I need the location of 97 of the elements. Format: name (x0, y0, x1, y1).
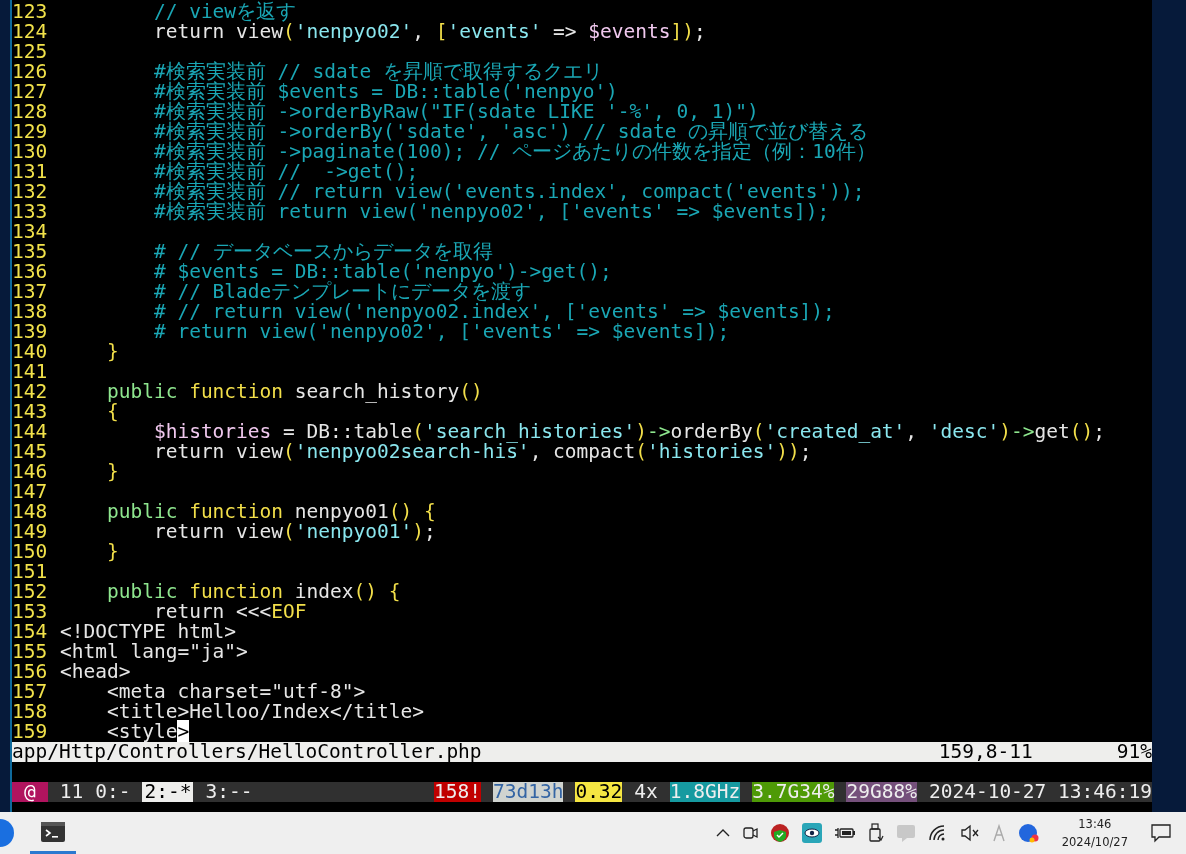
cursor-position: 159,8-11 (938, 742, 1033, 762)
status-segment: 73d13h (492, 782, 564, 802)
line-number: 138 (12, 302, 49, 322)
status-segment: 29G88% (846, 782, 917, 802)
clock-time: 13:46 (1078, 816, 1112, 833)
code-line: <style> (105, 722, 190, 742)
line-number: 123 (12, 2, 49, 22)
status-segment: 0.32 (575, 782, 623, 802)
code-line: #検索実装前 // return view('events.index', compact('events')); (152, 182, 865, 202)
code-line: return view('nenpyo02', ['events' => $events]); (152, 22, 706, 42)
round-app-icon[interactable] (1017, 823, 1040, 843)
line-number: 131 (12, 162, 49, 182)
line-number: 148 (12, 502, 49, 522)
code-line: <!DOCTYPE html> (60, 622, 237, 642)
battery-icon[interactable] (833, 825, 856, 841)
line-number: 140 (12, 342, 49, 362)
line-number: 146 (12, 462, 49, 482)
code-line: return <<<EOF (153, 602, 307, 622)
clock[interactable]: 13:46 2024/10/27 (1061, 815, 1128, 851)
code-line: #検索実装前 $events = DB::table('nenpyo') (152, 82, 618, 102)
line-number: 155 (12, 642, 49, 662)
window-tab[interactable]: 3:-- (205, 782, 265, 802)
line-number: 124 (12, 22, 49, 42)
line-number: 158 (12, 702, 49, 722)
terminal-icon (41, 821, 65, 842)
session-name: 11 (58, 782, 85, 802)
file-path: app/Http/Controllers/HelloController.php (12, 742, 482, 762)
clock-date: 2024/10/27 (1061, 834, 1128, 851)
line-number: 135 (12, 242, 49, 262)
line-number: 154 (12, 622, 49, 642)
code-line: #検索実装前 return view('nenpyo02', ['events' => $events]); (152, 202, 830, 222)
code-line: <head> (60, 662, 131, 682)
status-segment: 1.8GHz (669, 782, 741, 802)
code-line: public function index() { (105, 582, 401, 602)
app-icon[interactable] (0, 817, 16, 849)
line-number: 137 (12, 282, 49, 302)
camera-icon[interactable] (741, 824, 758, 842)
line-number: 128 (12, 102, 49, 122)
window-tab[interactable]: 2:-* (142, 782, 194, 802)
code-line: #検索実装前 ->orderByRaw("IF(sdate LIKE '-%', 0, 1)") (152, 102, 759, 122)
code-line: #検索実装前 // sdate を昇順で取得するクエリ (152, 62, 604, 82)
status-segment: 3.7G34% (752, 782, 835, 802)
usb-drive-icon[interactable] (867, 823, 884, 843)
line-number: 141 (12, 362, 49, 382)
code-line: public function nenpyo01() { (105, 502, 436, 522)
code-line: public function search_history() (105, 382, 483, 402)
speaker-muted-icon[interactable] (959, 824, 980, 842)
line-number: 143 (12, 402, 49, 422)
code-line: <title>Helloo/Index</title> (105, 702, 424, 722)
line-number: 136 (12, 262, 49, 282)
code-line: } (105, 342, 119, 362)
line-number: 147 (12, 482, 49, 502)
notification-icon[interactable] (1150, 823, 1172, 843)
code-line: #検索実装前 ->orderBy('sdate', 'asc') // sdate の昇順で並び替える (152, 122, 869, 142)
code-line: #検索実装前 ->paginate(100); // ページあたりの件数を指定（例：10件） (152, 142, 876, 162)
code-line: # $events = DB::table('nenpyo')->get(); (152, 262, 612, 282)
line-number: 144 (12, 422, 49, 442)
code-line: # // return view('nenpyo02.index', ['events' => $events]); (152, 302, 835, 322)
line-number: 132 (12, 182, 49, 202)
code-line: return view('nenpyo01'); (153, 522, 436, 542)
line-number: 152 (12, 582, 49, 602)
code-line: # // Bladeテンプレートにデータを渡す (152, 282, 532, 302)
line-number: 156 (12, 662, 49, 682)
code-line: # // データベースからデータを取得 (152, 242, 493, 262)
code-line: # return view('nenpyo02', ['events' => $events]); (152, 322, 730, 342)
line-number: 134 (12, 222, 49, 242)
line-number: 149 (12, 522, 49, 542)
line-number: 127 (12, 82, 49, 102)
chevron-up-icon[interactable] (715, 828, 730, 838)
code-line: // viewを返す (152, 2, 297, 22)
line-number: 145 (12, 442, 49, 462)
code-line: $histories = DB::table('search_histories')->orderBy('created_at', 'desc')->get(); (152, 422, 1105, 442)
line-number: 139 (12, 322, 49, 342)
line-number: 142 (12, 382, 49, 402)
code-line: } (105, 542, 119, 562)
line-number: 151 (12, 562, 49, 582)
line-number: 153 (12, 602, 49, 622)
code-line: return view('nenpyo02search-his', compact('histories')); (152, 442, 812, 462)
line-number: 150 (12, 542, 49, 562)
line-number: 129 (12, 122, 49, 142)
scroll-percent: 91% (1116, 742, 1152, 762)
line-number: 126 (12, 62, 49, 82)
line-number: 157 (12, 682, 49, 702)
shield-icon[interactable] (769, 823, 790, 843)
line-number: 159 (12, 722, 49, 742)
code-line: { (105, 402, 119, 422)
code-line: } (105, 462, 119, 482)
code-line: #検索実装前 // ->get(); (152, 162, 419, 182)
status-segment: 158! (433, 782, 481, 802)
prefix-indicator: @ (12, 782, 48, 802)
eye-icon[interactable] (801, 823, 822, 843)
code-line: <meta charset="utf-8"> (105, 682, 366, 702)
line-number: 133 (12, 202, 49, 222)
line-number: 130 (12, 142, 49, 162)
line-number: 125 (12, 42, 49, 62)
code-line: <html lang="ja"> (60, 642, 248, 662)
window-tab[interactable]: 0:- (95, 782, 143, 802)
